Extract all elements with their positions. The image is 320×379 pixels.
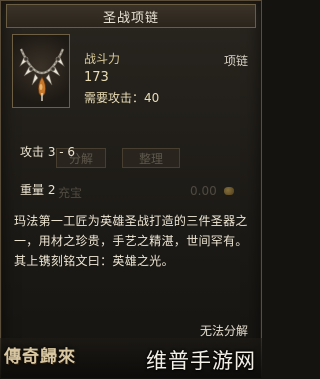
undecomposable-status: 无法分解 xyxy=(199,324,248,338)
item-tooltip: 圣战项链 战斗力 项链 173 需要攻击：40 分解 整理 充宝 0.00 攻击… xyxy=(0,0,262,379)
attack-requirement: 需要攻击：40 xyxy=(84,91,160,105)
item-description: 玛法第一工匠为英雄圣战打造的三件圣器之一，用材之珍贵，手艺之精湛，世间罕有。其上… xyxy=(14,214,248,268)
item-icon-slot xyxy=(12,34,70,108)
weight-stat: 重量 2 xyxy=(20,183,56,197)
game-logo: 傳奇歸來 xyxy=(4,347,76,367)
combat-power-value: 173 xyxy=(84,70,109,85)
attack-stat: 攻击 3 - 6 xyxy=(20,145,76,159)
gold-value: 0.00 xyxy=(190,184,217,198)
arrange-label: 整理 xyxy=(138,151,163,166)
item-title: 圣战项链 xyxy=(102,10,159,26)
necklace-icon xyxy=(19,48,65,101)
site-watermark: 维普手游网 xyxy=(146,349,256,373)
tooltip-title-bar: 圣战项链 xyxy=(6,4,256,28)
arrange-button: 整理 xyxy=(122,148,180,168)
combat-power-label: 战斗力 xyxy=(84,52,121,66)
gold-coin-icon xyxy=(224,187,234,195)
item-type: 项链 xyxy=(223,54,248,68)
recharge-label: 充宝 xyxy=(58,186,83,200)
